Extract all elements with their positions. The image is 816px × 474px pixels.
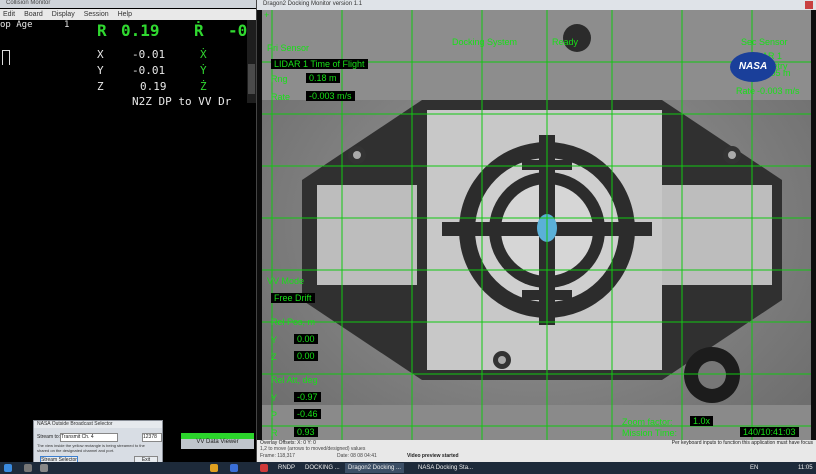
stream-label: Stream to: [37, 434, 61, 440]
pri-lidar-label: LIDAR 1 Time of Flight [271, 59, 368, 69]
docking-ready-status: Ready [552, 37, 579, 47]
status-date: Date: 08 08 04:41 [337, 453, 377, 459]
taskbar-item-rndp[interactable]: RNDP [278, 463, 295, 473]
rdot-label: Ṙ [194, 21, 204, 40]
status-preview: Video preview started [407, 453, 459, 459]
menu-session[interactable]: Session [84, 11, 109, 18]
rel-att-label: Rel Att, deg [271, 375, 318, 385]
port-input[interactable]: 12378 [142, 433, 162, 442]
x-label: X [97, 48, 104, 61]
taskbar: RNDP DOCKING ... Dragon2 Docking ... NAS… [0, 462, 816, 474]
mission-time-label: Mission Time: [622, 428, 678, 438]
dialog-description: The view inside the yellow rectangle is … [37, 443, 145, 453]
zoom-label: Zoom factor: [622, 417, 673, 427]
menu-display[interactable]: Display [52, 11, 75, 18]
x-rate-label: Ẋ [200, 48, 207, 61]
y-label: Y [97, 64, 104, 77]
taskbar-item-nasa-docking[interactable]: NASA Docking Sta... [418, 463, 473, 473]
att-y-label: Y [271, 393, 278, 403]
app-icon[interactable] [260, 464, 268, 472]
rng-value: 0.18 m [306, 73, 340, 83]
vv-mode-label: VV Mode [267, 276, 305, 286]
stream-select[interactable]: Transmit Ch. 4 [60, 433, 118, 442]
free-drift-label: Free Drift [271, 293, 315, 303]
age-label: op Age [0, 20, 33, 30]
docking-window-titlebar[interactable]: Dragon2 Docking Monitor version 1.1 [257, 0, 816, 10]
vv-data-viewer-tab[interactable]: VV Data Viewer [181, 439, 254, 449]
pos-z-label: Z [271, 352, 277, 362]
start-icon[interactable] [4, 464, 12, 472]
zoom-value: 1.0x [690, 416, 714, 426]
menu-board[interactable]: Board [24, 11, 43, 18]
z-rate-label: Ż [200, 80, 207, 93]
broadcast-selector-dialog: NASA Outside Broadcast Selector Stream t… [33, 420, 163, 465]
close-icon[interactable] [805, 1, 813, 9]
z-value: 0.19 [140, 80, 167, 93]
browser-icon[interactable] [230, 464, 238, 472]
scrollbar-thumb[interactable] [248, 64, 255, 94]
task-view-icon[interactable] [40, 464, 48, 472]
docking-system-label: Docking System [452, 37, 518, 47]
focus-note: Per keyboard inputs to function this app… [671, 440, 813, 446]
sec-sensor-label: Sec Sensor [741, 37, 788, 47]
r-label: R [97, 21, 107, 40]
status-hint: 1,2 to move (arrows to moved/designed) v… [260, 446, 366, 452]
clock[interactable]: 11:05 [798, 463, 813, 473]
menu-bar: Edit Board Display Session Help [0, 9, 256, 20]
search-icon[interactable] [24, 464, 32, 472]
rng-label: Rng [271, 74, 288, 84]
z-label: Z [97, 80, 104, 93]
sec-rate-label: Rate [736, 86, 756, 96]
dialog-title: NASA Outside Broadcast Selector [34, 421, 162, 428]
att-p-label: P [271, 410, 278, 420]
att-r-value: 0.93 [294, 427, 318, 437]
mode-text: N2Z DP to VV Dr [132, 95, 232, 108]
language-indicator[interactable]: EN [750, 463, 758, 473]
window-titlebar[interactable]: Collision Monitor [0, 0, 256, 8]
overlay-grid [262, 10, 811, 440]
age-value: 1 [64, 20, 70, 30]
att-p-value: -0.46 [294, 409, 321, 419]
sec-rate-value: -0.003 m/s [757, 86, 800, 96]
camera-feed: + Pri Sensor LIDAR 1 Time of Flight Rng … [262, 10, 811, 440]
pos-y-label: Y [271, 335, 278, 345]
menu-edit[interactable]: Edit [3, 11, 15, 18]
rate-label: Rate [271, 92, 291, 102]
menu-help[interactable]: Help [118, 11, 132, 18]
crosshair-icon: + [264, 10, 270, 20]
y-rate-label: Ẏ [200, 64, 207, 77]
pos-y-value: 0.00 [294, 334, 318, 344]
docking-window-title: Dragon2 Docking Monitor version 1.1 [263, 1, 363, 7]
scrollbar-track[interactable] [247, 20, 256, 103]
window-title: Collision Monitor [6, 0, 51, 6]
taskbar-item-dragon2[interactable]: Dragon2 Docking ... [345, 463, 405, 473]
mission-time-value: 140/10:41:03 [740, 427, 799, 437]
docking-monitor-window: Dragon2 Docking Monitor version 1.1 + Pr… [257, 0, 816, 462]
att-y-value: -0.97 [294, 392, 321, 402]
nasa-logo: NASA [730, 52, 776, 82]
pri-sensor-label: Pri Sensor [267, 43, 310, 53]
rel-pos-label: Rel Pos, m [271, 317, 316, 327]
taskbar-item-docking[interactable]: DOCKING ... [305, 463, 340, 473]
rate-value: -0.003 m/s [306, 91, 355, 101]
y-value: -0.01 [132, 64, 166, 77]
collision-monitor-window: Collision Monitor Edit Board Display Sessio… [0, 0, 257, 462]
rdot-value: -0 [228, 21, 248, 40]
folder-icon[interactable] [210, 464, 218, 472]
status-frame: Frame: 118,317 [260, 453, 295, 459]
cursor-marker [2, 50, 10, 65]
pos-z-value: 0.00 [294, 351, 318, 361]
status-bar: Overlay Offsets: X: 0 Y: 0 1,2 to move (… [257, 440, 816, 462]
r-value: 0.19 [121, 21, 160, 40]
att-r-label: R [271, 428, 278, 438]
x-value: -0.01 [132, 48, 166, 61]
